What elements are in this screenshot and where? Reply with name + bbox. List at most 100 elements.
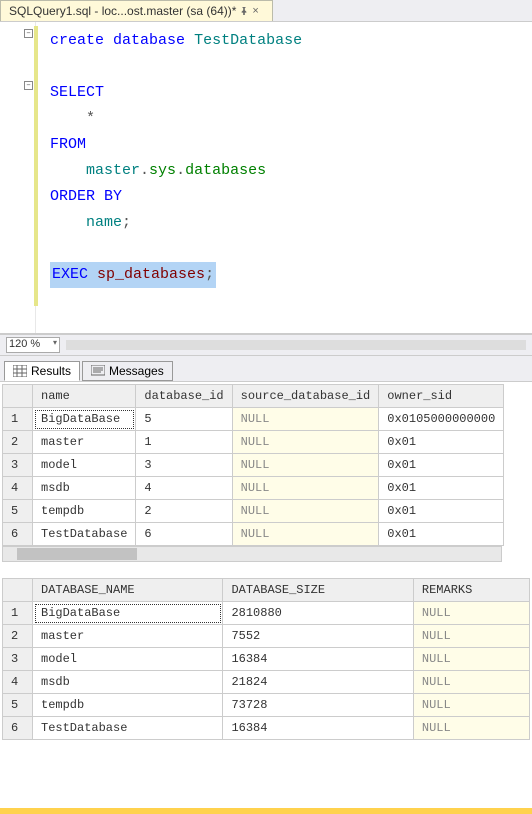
cell[interactable]: BigDataBase <box>33 602 223 625</box>
row-header-corner <box>3 385 33 408</box>
column-header[interactable]: DATABASE_SIZE <box>223 579 413 602</box>
cell[interactable]: TestDatabase <box>33 523 136 546</box>
cell[interactable]: msdb <box>33 477 136 500</box>
cell[interactable]: NULL <box>413 671 529 694</box>
table-row[interactable]: 4msdb4NULL0x01 <box>3 477 504 500</box>
results-grid-2[interactable]: DATABASE_NAMEDATABASE_SIZEREMARKS1BigDat… <box>2 578 530 740</box>
column-header[interactable]: DATABASE_NAME <box>33 579 223 602</box>
table-row[interactable]: 5tempdb73728NULL <box>3 694 530 717</box>
table-row[interactable]: 6TestDatabase6NULL0x01 <box>3 523 504 546</box>
cell[interactable]: 2810880 <box>223 602 413 625</box>
column-header[interactable]: REMARKS <box>413 579 529 602</box>
code-area[interactable]: create database TestDatabase SELECT *FRO… <box>36 22 532 333</box>
cell[interactable]: TestDatabase <box>33 717 223 740</box>
cell[interactable]: NULL <box>413 717 529 740</box>
cell[interactable]: 0x01 <box>379 454 504 477</box>
row-number[interactable]: 3 <box>3 648 33 671</box>
column-header[interactable]: database_id <box>136 385 232 408</box>
outline-toggle-icon[interactable]: – <box>24 29 33 38</box>
table-row[interactable]: 4msdb21824NULL <box>3 671 530 694</box>
table-row[interactable]: 6TestDatabase16384NULL <box>3 717 530 740</box>
cell[interactable]: 16384 <box>223 648 413 671</box>
cell[interactable]: NULL <box>413 625 529 648</box>
cell[interactable]: NULL <box>413 694 529 717</box>
chevron-down-icon: ▾ <box>53 338 57 347</box>
cell[interactable]: 0x01 <box>379 500 504 523</box>
row-number[interactable]: 3 <box>3 454 33 477</box>
cell[interactable]: NULL <box>232 500 379 523</box>
results-pane: namedatabase_idsource_database_idowner_s… <box>0 382 532 808</box>
row-number[interactable]: 1 <box>3 602 33 625</box>
scrollbar-thumb[interactable] <box>17 548 137 560</box>
row-header-corner <box>3 579 33 602</box>
tab-results[interactable]: Results <box>4 361 80 381</box>
cell[interactable]: 0x01 <box>379 523 504 546</box>
row-number[interactable]: 4 <box>3 671 33 694</box>
row-number[interactable]: 2 <box>3 625 33 648</box>
table-row[interactable]: 1BigDataBase5NULL0x0105000000000 <box>3 408 504 431</box>
cell[interactable]: tempdb <box>33 694 223 717</box>
column-header[interactable]: name <box>33 385 136 408</box>
horizontal-scrollbar[interactable] <box>66 340 526 350</box>
tab-messages[interactable]: Messages <box>82 361 173 381</box>
table-row[interactable]: 2master1NULL0x01 <box>3 431 504 454</box>
cell[interactable]: NULL <box>232 477 379 500</box>
close-icon[interactable]: × <box>252 5 264 17</box>
zoom-select[interactable]: 120 % ▾ <box>6 337 60 353</box>
editor-gutter: – – <box>0 22 36 333</box>
editor-tab-bar: SQLQuery1.sql - loc...ost.master (sa (64… <box>0 0 532 22</box>
outline-toggle-icon[interactable]: – <box>24 81 33 90</box>
cell[interactable]: 5 <box>136 408 232 431</box>
status-strip <box>0 808 532 814</box>
sql-editor[interactable]: – – create database TestDatabase SELECT … <box>0 22 532 334</box>
cell[interactable]: 2 <box>136 500 232 523</box>
results-grid-1[interactable]: namedatabase_idsource_database_idowner_s… <box>2 384 504 546</box>
results-tab-bar: Results Messages <box>0 356 532 382</box>
row-number[interactable]: 6 <box>3 717 33 740</box>
cell[interactable]: 0x01 <box>379 477 504 500</box>
zoom-bar: 120 % ▾ <box>0 334 532 356</box>
cell[interactable]: NULL <box>413 648 529 671</box>
cell[interactable]: model <box>33 454 136 477</box>
cell[interactable]: 1 <box>136 431 232 454</box>
row-number[interactable]: 6 <box>3 523 33 546</box>
table-row[interactable]: 2master7552NULL <box>3 625 530 648</box>
cell[interactable]: model <box>33 648 223 671</box>
cell[interactable]: 7552 <box>223 625 413 648</box>
cell[interactable]: BigDataBase <box>33 408 136 431</box>
file-tab-label: SQLQuery1.sql - loc...ost.master (sa (64… <box>9 4 236 18</box>
column-header[interactable]: source_database_id <box>232 385 379 408</box>
table-row[interactable]: 1BigDataBase2810880NULL <box>3 602 530 625</box>
cell[interactable]: 73728 <box>223 694 413 717</box>
table-row[interactable]: 3model3NULL0x01 <box>3 454 504 477</box>
cell[interactable]: 6 <box>136 523 232 546</box>
grid-icon <box>13 365 27 377</box>
cell[interactable]: 4 <box>136 477 232 500</box>
cell[interactable]: master <box>33 625 223 648</box>
cell[interactable]: NULL <box>232 454 379 477</box>
cell[interactable]: 0x01 <box>379 431 504 454</box>
row-number[interactable]: 4 <box>3 477 33 500</box>
file-tab[interactable]: SQLQuery1.sql - loc...ost.master (sa (64… <box>0 0 273 21</box>
table-row[interactable]: 3model16384NULL <box>3 648 530 671</box>
cell[interactable]: NULL <box>232 523 379 546</box>
row-number[interactable]: 5 <box>3 694 33 717</box>
column-header[interactable]: owner_sid <box>379 385 504 408</box>
pin-icon <box>240 7 248 15</box>
cell[interactable]: msdb <box>33 671 223 694</box>
cell[interactable]: NULL <box>413 602 529 625</box>
cell[interactable]: 3 <box>136 454 232 477</box>
row-number[interactable]: 2 <box>3 431 33 454</box>
row-number[interactable]: 5 <box>3 500 33 523</box>
grid-horizontal-scrollbar[interactable] <box>2 546 502 562</box>
cell[interactable]: 21824 <box>223 671 413 694</box>
cell[interactable]: NULL <box>232 431 379 454</box>
messages-icon <box>91 365 105 377</box>
cell[interactable]: master <box>33 431 136 454</box>
cell[interactable]: tempdb <box>33 500 136 523</box>
cell[interactable]: 16384 <box>223 717 413 740</box>
row-number[interactable]: 1 <box>3 408 33 431</box>
cell[interactable]: 0x0105000000000 <box>379 408 504 431</box>
cell[interactable]: NULL <box>232 408 379 431</box>
table-row[interactable]: 5tempdb2NULL0x01 <box>3 500 504 523</box>
